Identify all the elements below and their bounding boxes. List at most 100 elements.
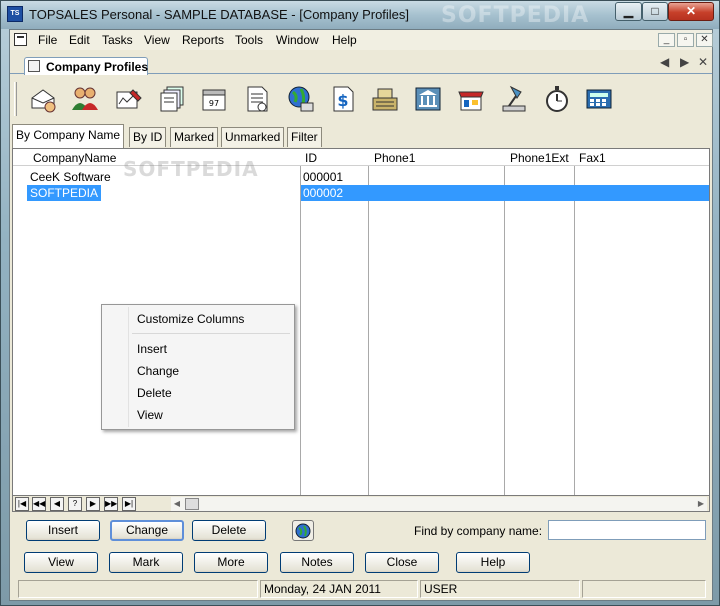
tab-close-icon[interactable]: ✕ [698, 55, 708, 69]
more-button[interactable]: More [194, 552, 268, 573]
contacts-people-icon[interactable] [68, 82, 102, 116]
change-button[interactable]: Change [110, 520, 184, 541]
status-panel-4 [582, 580, 706, 598]
selection-highlight [301, 185, 709, 201]
mdi-client: File Edit Tasks View Reports Tools Windo… [9, 29, 713, 601]
toolbar: 97 $ [10, 76, 712, 122]
shop-stall-icon[interactable] [454, 82, 488, 116]
status-bar: Monday, 24 JAN 2011 USER [10, 578, 712, 600]
mark-button[interactable]: Mark [109, 552, 183, 573]
bank-icon[interactable] [411, 82, 445, 116]
window-title: TOPSALES Personal - SAMPLE DATABASE - [C… [29, 7, 410, 22]
tab-company-profiles[interactable]: Company Profiles [24, 57, 148, 75]
menu-bar: File Edit Tasks View Reports Tools Windo… [10, 30, 713, 50]
menu-tools[interactable]: Tools [235, 33, 263, 47]
menu-change[interactable]: Change [137, 364, 179, 378]
desk-lamp-icon[interactable] [497, 82, 531, 116]
web-search-button[interactable] [292, 520, 314, 541]
world-computer-icon[interactable] [283, 82, 317, 116]
tab-scroll-right-icon[interactable]: ▶ [680, 55, 689, 69]
menu-edit[interactable]: Edit [69, 33, 90, 47]
dollar-document-icon[interactable]: $ [326, 82, 360, 116]
menu-help[interactable]: Help [332, 33, 357, 47]
tab-by-company-name[interactable]: By Company Name [12, 124, 125, 148]
svg-text:$: $ [337, 91, 348, 110]
tab-scroll-left-icon[interactable]: ◀ [660, 55, 669, 69]
menu-customize-columns[interactable]: Customize Columns [137, 312, 244, 326]
svg-text:97: 97 [209, 99, 219, 108]
watermark: SOFTPEDIA [441, 3, 590, 28]
page-back-button[interactable]: ◀◀ [32, 497, 46, 511]
title-bar[interactable]: TS TOPSALES Personal - SAMPLE DATABASE -… [1, 1, 719, 29]
delete-button[interactable]: Delete [192, 520, 266, 541]
find-label: Find by company name: [414, 524, 543, 538]
mdi-close-button[interactable]: ✕ [696, 33, 713, 47]
column-header-fax1[interactable]: Fax1 [579, 151, 606, 165]
menu-separator [132, 333, 290, 334]
insert-button[interactable]: Insert [26, 520, 100, 541]
help-button[interactable]: Help [456, 552, 530, 573]
scroll-thumb[interactable] [185, 498, 199, 510]
menu-tasks[interactable]: Tasks [102, 33, 133, 47]
edit-form-icon[interactable] [111, 82, 145, 116]
menu-delete[interactable]: Delete [137, 386, 172, 400]
last-record-button[interactable]: ▶| [122, 497, 136, 511]
table-row[interactable]: CeeK Software 000001 [13, 169, 709, 185]
calculator-icon[interactable] [582, 82, 616, 116]
tab-by-id[interactable]: By ID [129, 127, 167, 147]
find-company-input[interactable] [548, 520, 706, 540]
globe-icon [295, 523, 311, 538]
tab-label: Company Profiles [46, 60, 149, 74]
tab-marked[interactable]: Marked [170, 127, 219, 147]
tab-filter[interactable]: Filter [287, 127, 322, 147]
table-row-selected[interactable]: SOFTPEDIA 000002 [13, 185, 709, 201]
menu-gutter [128, 307, 129, 427]
cash-register-icon[interactable] [368, 82, 402, 116]
next-record-button[interactable]: ▶ [86, 497, 100, 511]
calendar-icon[interactable]: 97 [197, 82, 231, 116]
stopwatch-icon[interactable] [540, 82, 574, 116]
scroll-left-icon[interactable]: ◀ [171, 497, 183, 511]
find-record-button[interactable]: ? [68, 497, 82, 511]
view-button[interactable]: View [24, 552, 98, 573]
company-grid[interactable]: CompanyName ID Phone1 Phone1Ext Fax1 SOF… [12, 148, 710, 496]
first-record-button[interactable]: |◀ [15, 497, 29, 511]
menu-view-item[interactable]: View [137, 408, 163, 422]
stacked-cards-icon[interactable] [155, 82, 189, 116]
menu-window[interactable]: Window [276, 33, 319, 47]
mdi-restore-button[interactable]: ▫ [677, 33, 694, 47]
context-menu: Customize Columns Insert Change Delete V… [101, 304, 295, 430]
status-panel-1 [18, 580, 258, 598]
page-icon [28, 60, 40, 72]
envelope-hand-icon[interactable] [26, 82, 60, 116]
close-window-button[interactable]: ✕ [668, 2, 714, 21]
page-forward-button[interactable]: ▶▶ [104, 497, 118, 511]
column-header-phone1ext[interactable]: Phone1Ext [510, 151, 569, 165]
tab-unmarked[interactable]: Unmarked [221, 127, 285, 147]
column-header-phone1[interactable]: Phone1 [374, 151, 415, 165]
app-window: TS TOPSALES Personal - SAMPLE DATABASE -… [0, 0, 720, 606]
notes-button[interactable]: Notes [280, 552, 354, 573]
document-icon[interactable] [14, 33, 27, 46]
horizontal-scrollbar[interactable]: ◀ ▶ [171, 497, 707, 511]
minimize-button[interactable]: ▁ [615, 2, 642, 21]
toolbar-grip[interactable] [14, 82, 17, 116]
column-header-companyname[interactable]: CompanyName [33, 151, 116, 165]
menu-view[interactable]: View [144, 33, 170, 47]
menu-insert[interactable]: Insert [137, 342, 167, 356]
cell-company-name: CeeK Software [30, 170, 111, 184]
maximize-button[interactable]: □ [642, 2, 668, 21]
menu-reports[interactable]: Reports [182, 33, 224, 47]
mdi-minimize-button[interactable]: _ [658, 33, 675, 47]
menu-file[interactable]: File [38, 33, 57, 47]
app-logo-icon[interactable]: TS [7, 6, 23, 22]
document-list-icon[interactable] [240, 82, 274, 116]
close-button[interactable]: Close [365, 552, 439, 573]
scroll-right-icon[interactable]: ▶ [695, 497, 707, 511]
status-user: USER [420, 580, 580, 598]
prev-record-button[interactable]: ◀ [50, 497, 64, 511]
column-header-id[interactable]: ID [305, 151, 317, 165]
view-tabs: By Company Name By ID Marked Unmarked Fi… [10, 124, 712, 148]
record-navigator: |◀ ◀◀ ◀ ? ▶ ▶▶ ▶| ◀ ▶ [12, 496, 710, 512]
cell-id: 000002 [303, 186, 344, 200]
